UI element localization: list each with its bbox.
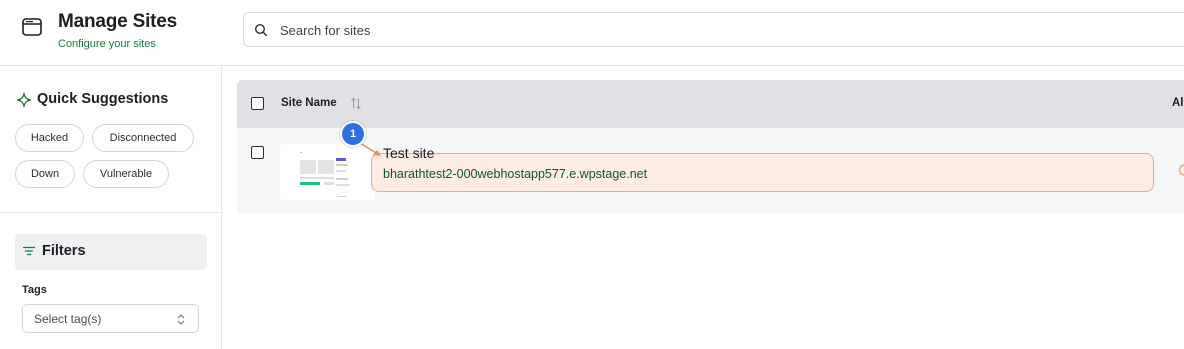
tags-select-placeholder: Select tag(s): [34, 312, 102, 326]
search-input[interactable]: [280, 21, 1080, 39]
step-badge: 1: [340, 121, 366, 147]
page-subtitle: Configure your sites: [58, 38, 156, 50]
chip-label: Down: [30, 168, 60, 180]
browser-window-icon: [22, 18, 42, 36]
tags-select[interactable]: Select tag(s): [22, 304, 199, 333]
chip-hacked[interactable]: Hacked: [15, 124, 84, 152]
chip-vulnerable[interactable]: Vulnerable: [83, 160, 169, 188]
filters-title: Filters: [42, 243, 86, 259]
sparkle-icon: [16, 92, 32, 108]
chip-disconnected[interactable]: Disconnected: [92, 124, 194, 152]
sidebar-section-divider: [0, 212, 221, 213]
row-checkbox[interactable]: [251, 146, 264, 159]
column-header-next[interactable]: Al: [1172, 97, 1184, 109]
chip-label: Vulnerable: [99, 168, 153, 180]
column-header-site-name[interactable]: Site Name: [281, 97, 337, 109]
sort-icon[interactable]: [350, 97, 362, 110]
page-title: Manage Sites: [58, 11, 178, 32]
site-name[interactable]: Test site: [383, 145, 434, 161]
quick-suggestions-title: Quick Suggestions: [37, 91, 169, 107]
header-divider: [0, 65, 1184, 66]
chip-label: Disconnected: [109, 132, 177, 144]
chip-label: Hacked: [30, 132, 69, 144]
chevron-up-down-icon: [177, 314, 185, 325]
sidebar-divider: [221, 65, 222, 349]
filter-icon: [23, 246, 35, 256]
select-all-checkbox[interactable]: [251, 97, 264, 110]
row-action-icon[interactable]: [1179, 163, 1184, 177]
chip-down[interactable]: Down: [15, 160, 75, 188]
site-url[interactable]: bharathtest2-000webhostapp577.e.wpstage.…: [383, 167, 647, 181]
search-bar[interactable]: [243, 12, 1184, 47]
table-header: [237, 80, 1184, 128]
search-icon: [254, 23, 268, 37]
tags-label: Tags: [22, 284, 47, 296]
